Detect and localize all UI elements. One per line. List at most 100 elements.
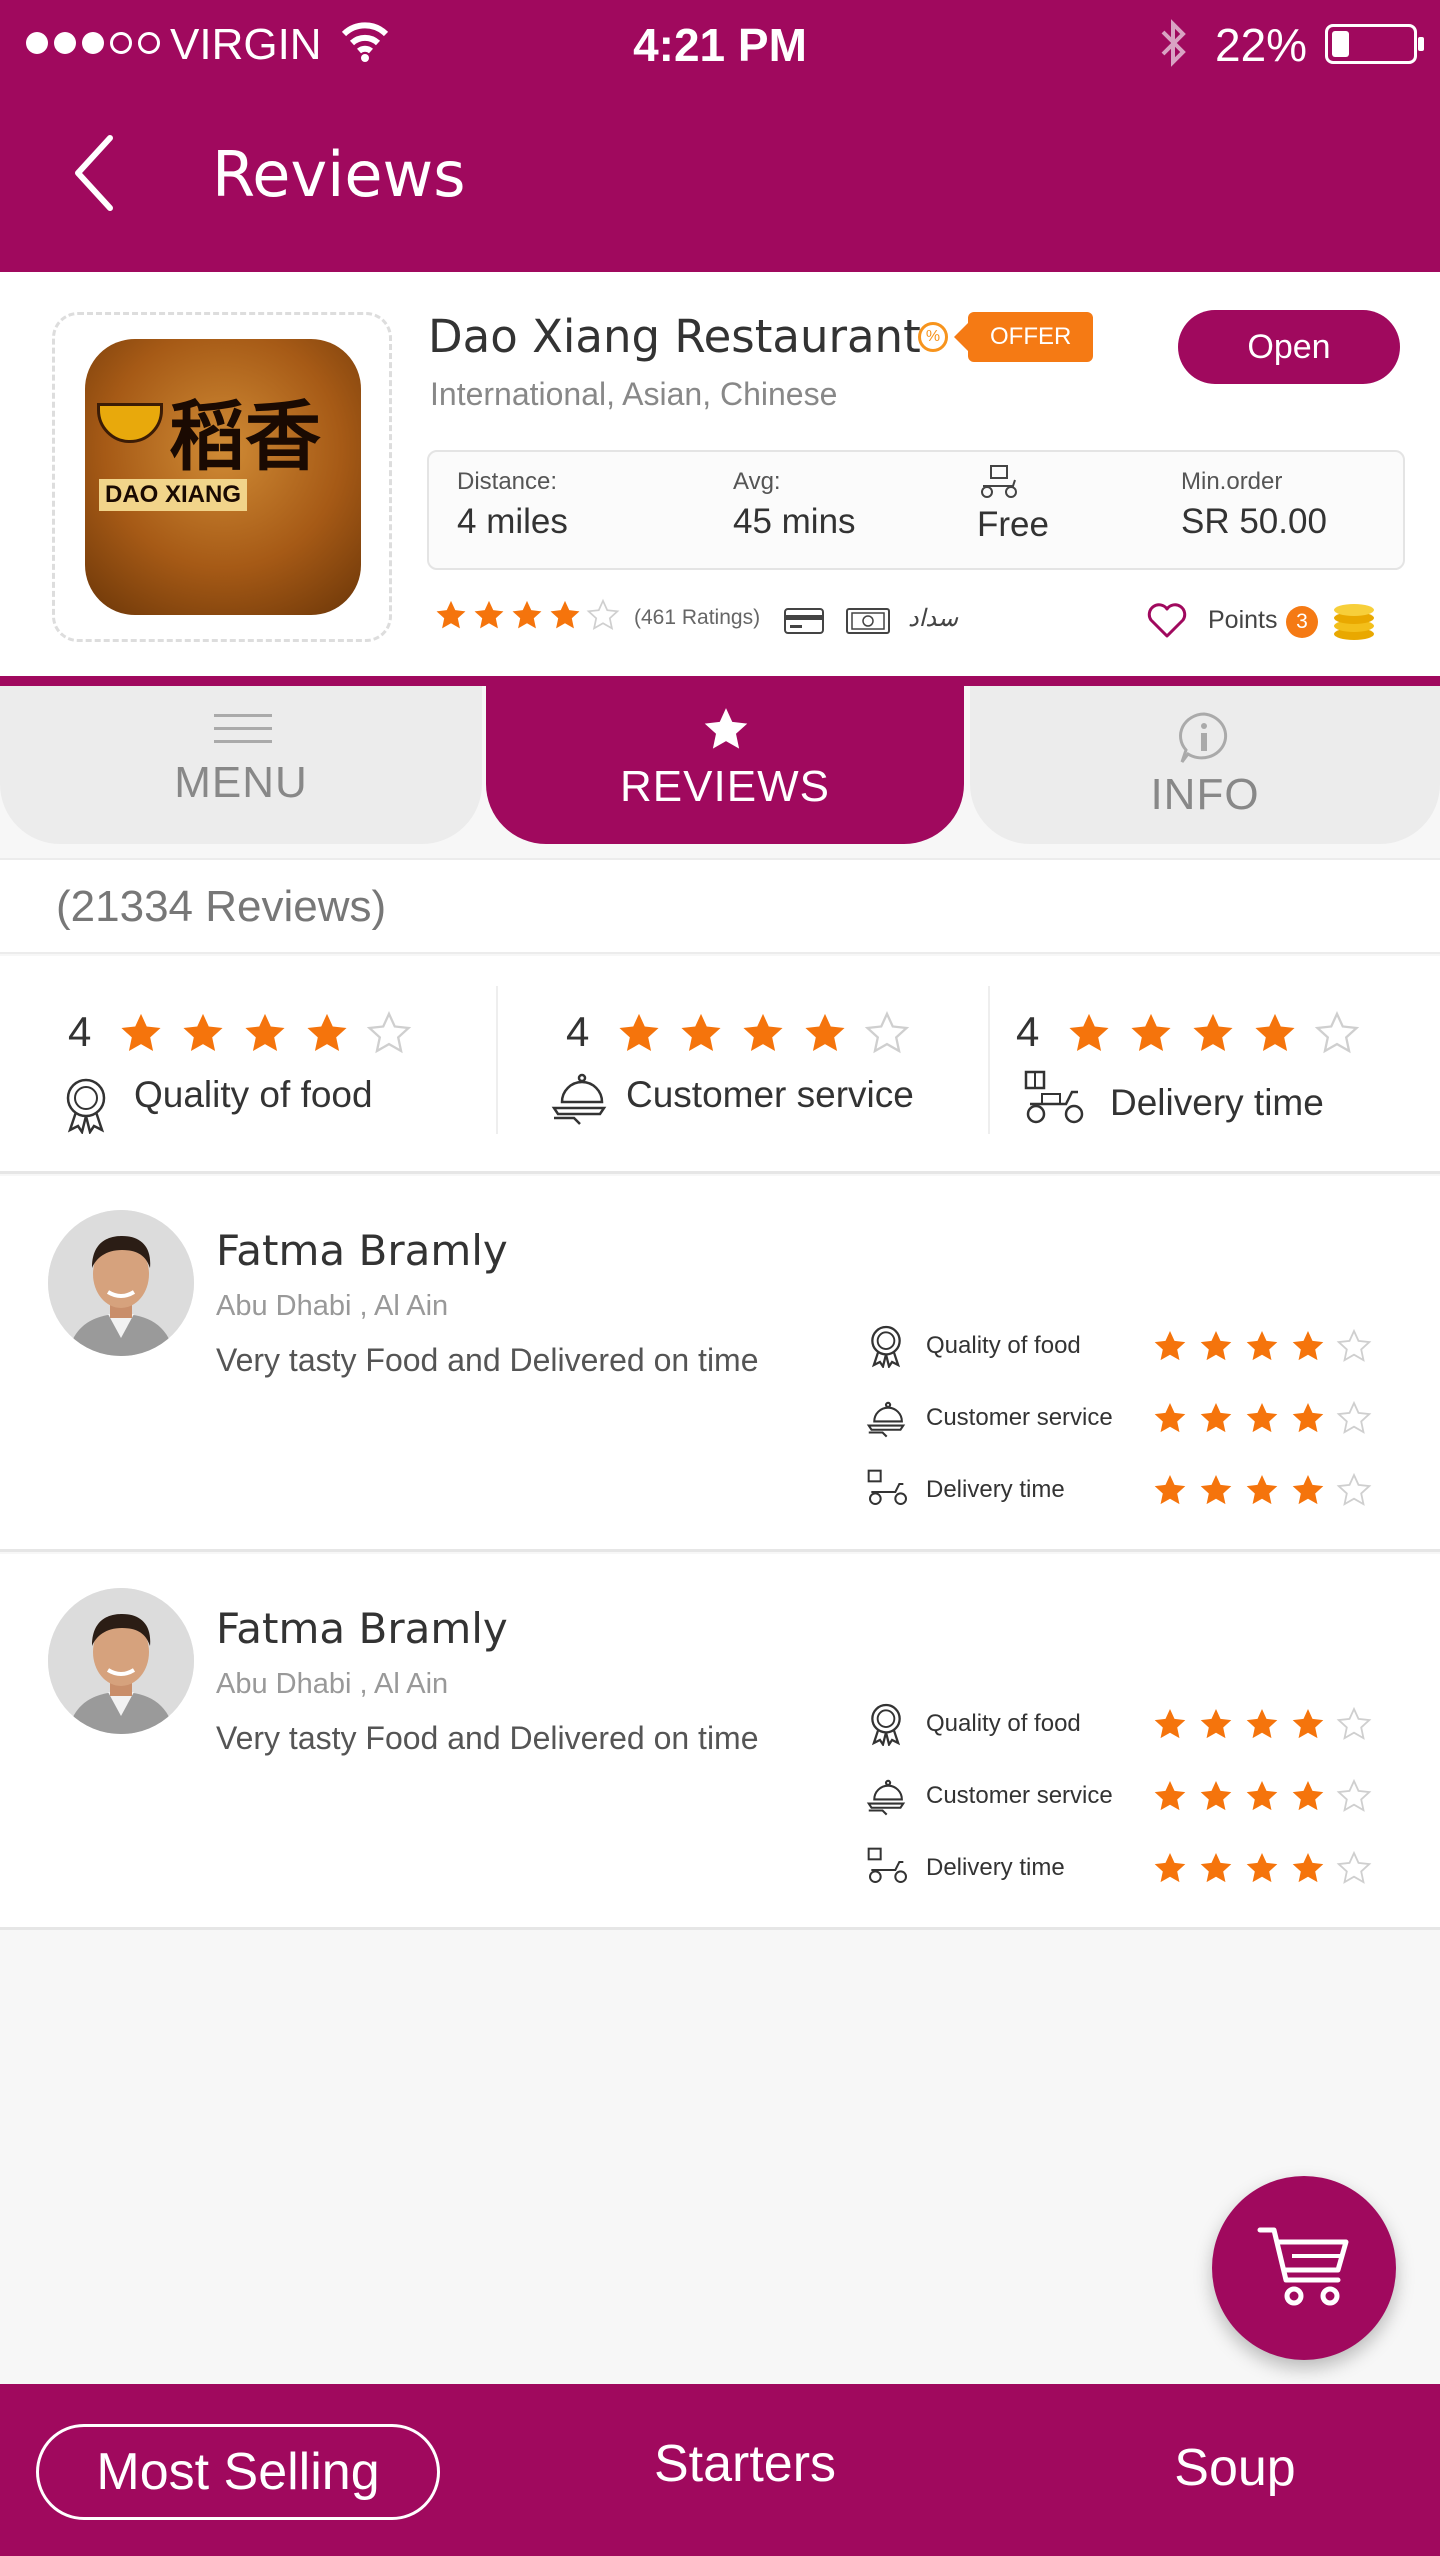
heart-icon[interactable]	[1146, 602, 1188, 645]
summary-score: 4	[68, 1008, 92, 1055]
star-filled-icon	[307, 1013, 347, 1052]
bottom-category-nav: Most Selling Starters Soup	[0, 2384, 1440, 2556]
criterion-label: Delivery time	[926, 1854, 1065, 1881]
avg-time-info: Avg: 45 mins	[733, 468, 856, 541]
summary-customer-service: 4 Customer service	[498, 956, 988, 1174]
star-filled-icon	[1193, 1013, 1233, 1052]
discount-badge-icon: %	[918, 322, 948, 352]
status-bar: VIRGIN 4:21 PM 22%	[0, 0, 1440, 86]
summary-label: Customer service	[626, 1074, 914, 1115]
star-empty-icon	[1336, 1472, 1372, 1506]
star-filled-icon	[1255, 1013, 1295, 1052]
points-count: 3	[1286, 606, 1318, 638]
star-filled-icon	[436, 600, 466, 629]
review-comment: Very tasty Food and Delivered on time	[216, 1342, 759, 1378]
star-empty-icon	[864, 1011, 910, 1054]
reviewer-name: Fatma Bramly	[216, 1604, 508, 1653]
nav-starters[interactable]: Starters	[600, 2434, 890, 2494]
star-filled-icon	[121, 1013, 161, 1052]
star-filled-icon	[1246, 1781, 1278, 1811]
star-filled-icon	[1154, 1475, 1186, 1505]
review-card: Fatma Bramly Abu Dhabi , Al Ain Very tas…	[0, 1554, 1440, 1930]
tab-reviews-label: REVIEWS	[620, 762, 830, 811]
back-button[interactable]	[66, 128, 126, 218]
reviewer-name: Fatma Bramly	[216, 1226, 508, 1275]
min-order-info: Min.order SR 50.00	[1181, 468, 1327, 541]
star-filled-icon	[1154, 1331, 1186, 1361]
criterion-label: Quality of food	[926, 1332, 1081, 1359]
star-filled-icon	[550, 600, 580, 629]
scooter-icon	[866, 1846, 910, 1891]
award-icon	[60, 1076, 112, 1139]
cash-icon	[846, 608, 890, 639]
tab-reviews[interactable]: REVIEWS	[486, 686, 964, 844]
open-status-button[interactable]: Open	[1178, 310, 1400, 384]
criterion-stars	[1152, 1850, 1372, 1886]
summary-label: Quality of food	[134, 1074, 373, 1115]
criterion-stars	[1152, 1328, 1372, 1364]
tabs-top-border	[0, 676, 1440, 686]
rating-stars	[434, 598, 620, 632]
reviewer-location: Abu Dhabi , Al Ain	[216, 1290, 449, 1322]
star-filled-icon	[1246, 1853, 1278, 1883]
reviews-count-bar: (21334 Reviews)	[0, 858, 1440, 954]
avatar	[48, 1588, 194, 1734]
star-filled-icon	[183, 1013, 223, 1052]
star-filled-icon	[1200, 1709, 1232, 1739]
summary-stars	[118, 1010, 412, 1056]
star-filled-icon	[1069, 1013, 1109, 1052]
star-filled-icon	[1200, 1331, 1232, 1361]
star-filled-icon	[1292, 1853, 1324, 1883]
menu-icon	[214, 712, 272, 751]
star-filled-icon	[1292, 1331, 1324, 1361]
avatar	[48, 1210, 194, 1356]
cloche-icon	[866, 1398, 906, 1443]
restaurant-card: 稻香 DAO XIANG Dao Xiang Restaurant % OFFE…	[0, 272, 1440, 682]
star-filled-icon	[1200, 1403, 1232, 1433]
points-label: Points	[1208, 606, 1278, 634]
scooter-icon	[866, 1468, 910, 1513]
battery-icon	[1325, 24, 1424, 64]
delivery-scooter-icon	[981, 465, 1017, 498]
star-filled-icon	[474, 600, 504, 629]
cart-button[interactable]	[1212, 2176, 1396, 2360]
summary-score: 4	[1016, 1008, 1040, 1055]
star-filled-icon	[1292, 1709, 1324, 1739]
star-empty-icon	[1336, 1850, 1372, 1884]
star-icon	[700, 704, 752, 759]
summary-stars	[1066, 1010, 1360, 1056]
restaurant-logo: 稻香 DAO XIANG	[85, 339, 361, 615]
star-empty-icon	[1336, 1778, 1372, 1812]
star-filled-icon	[1246, 1331, 1278, 1361]
star-filled-icon	[1246, 1475, 1278, 1505]
battery-percentage: 22%	[1215, 19, 1308, 71]
star-empty-icon	[1336, 1400, 1372, 1434]
criterion-stars	[1152, 1472, 1372, 1508]
bluetooth-icon	[1155, 18, 1191, 73]
star-empty-icon	[586, 598, 620, 630]
star-empty-icon	[1314, 1011, 1360, 1054]
star-filled-icon	[1200, 1853, 1232, 1883]
criterion-stars	[1152, 1706, 1372, 1742]
tab-info[interactable]: INFO	[970, 686, 1440, 844]
ratings-count: (461 Ratings)	[634, 606, 761, 629]
star-empty-icon	[366, 1011, 412, 1054]
star-filled-icon	[1292, 1403, 1324, 1433]
nav-soup[interactable]: Soup	[1120, 2438, 1350, 2498]
star-filled-icon	[1200, 1781, 1232, 1811]
delivery-fee-info: Free	[977, 464, 1049, 545]
review-card: Fatma Bramly Abu Dhabi , Al Ain Very tas…	[0, 1176, 1440, 1552]
restaurant-name: Dao Xiang Restaurant	[428, 310, 921, 363]
award-icon	[866, 1324, 906, 1373]
tab-menu[interactable]: MENU	[0, 686, 482, 844]
star-filled-icon	[1154, 1781, 1186, 1811]
star-filled-icon	[1292, 1781, 1324, 1811]
cart-icon	[1256, 2224, 1352, 2315]
offer-badge: OFFER	[953, 312, 1094, 362]
distance-info: Distance: 4 miles	[457, 468, 568, 541]
star-filled-icon	[681, 1013, 721, 1052]
nav-most-selling[interactable]: Most Selling	[36, 2424, 440, 2520]
star-filled-icon	[1246, 1403, 1278, 1433]
criterion-stars	[1152, 1400, 1372, 1436]
scooter-icon	[1022, 1068, 1088, 1133]
